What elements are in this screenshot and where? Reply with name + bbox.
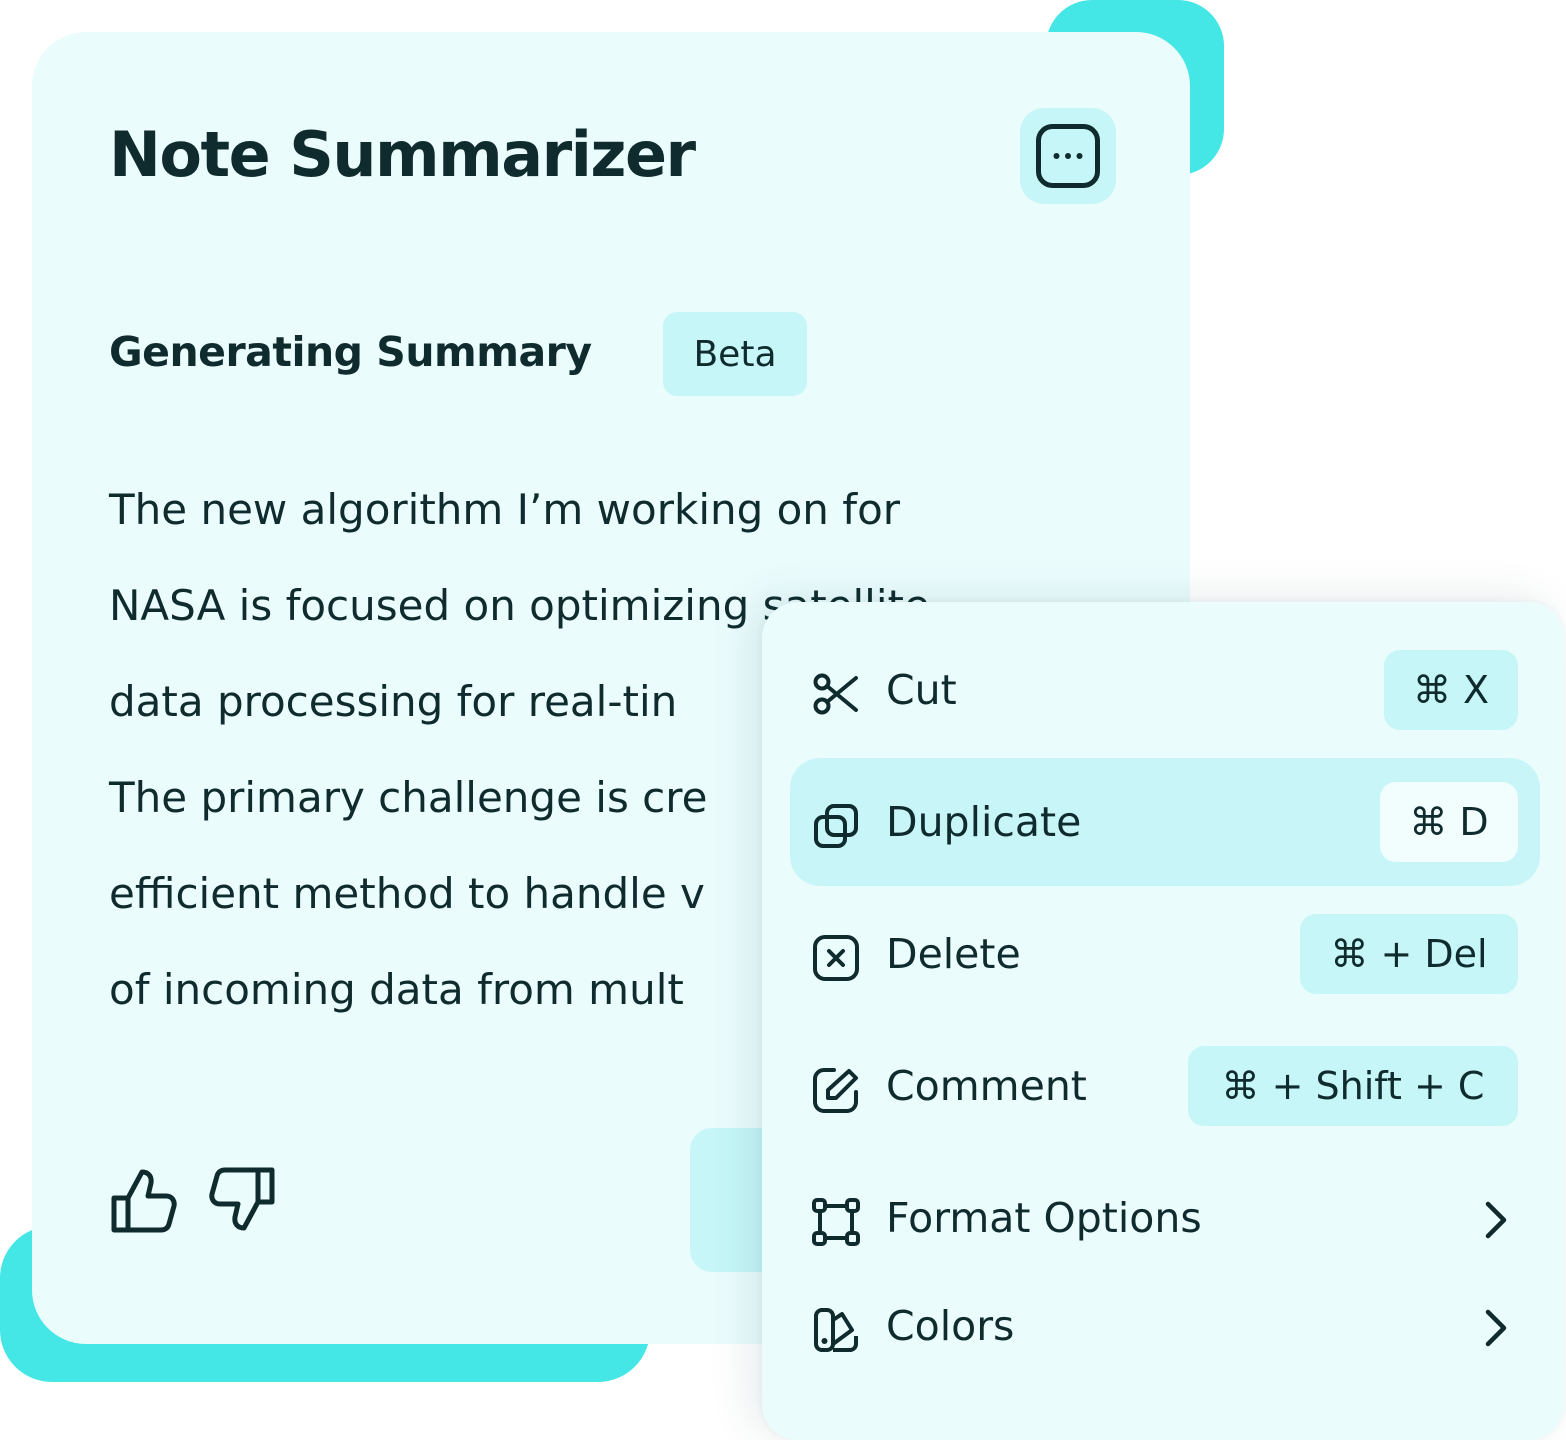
more-horizontal-icon: [1036, 124, 1100, 188]
card-title: Note Summarizer: [109, 118, 696, 191]
menu-item-delete[interactable]: Delete ⌘ + Del: [790, 890, 1540, 1018]
menu-item-label: Comment: [886, 1062, 1087, 1110]
thumbs-up-icon[interactable]: [108, 1164, 180, 1236]
menu-item-duplicate[interactable]: Duplicate ⌘ D: [790, 758, 1540, 886]
menu-item-label: Colors: [886, 1302, 1015, 1350]
menu-item-cut[interactable]: Cut ⌘ X: [790, 626, 1540, 754]
menu-item-label: Cut: [886, 666, 957, 714]
summary-line: efficient method to handle v: [109, 869, 705, 918]
menu-item-colors[interactable]: Colors: [790, 1262, 1540, 1390]
scissors-icon: [813, 673, 858, 715]
chevron-right-icon: [1485, 1201, 1507, 1239]
menu-item-label: Delete: [886, 930, 1021, 978]
palette-icon: [814, 1308, 858, 1352]
summary-line: of incoming data from mult: [109, 965, 684, 1014]
format-frame-icon: [812, 1198, 860, 1246]
summary-heading: Generating Summary: [109, 328, 592, 376]
menu-item-label: Duplicate: [886, 798, 1082, 846]
more-options-button[interactable]: [1020, 108, 1116, 204]
summary-line: The new algorithm I’m working on for: [109, 485, 901, 534]
shortcut-badge: ⌘ + Del: [1300, 914, 1518, 994]
summary-line: The primary challenge is cre: [109, 773, 708, 822]
shortcut-badge: ⌘ + Shift + C: [1188, 1046, 1518, 1126]
shortcut-badge: ⌘ X: [1384, 650, 1518, 730]
menu-item-comment[interactable]: Comment ⌘ + Shift + C: [790, 1022, 1540, 1150]
context-menu: Cut ⌘ X Duplicate ⌘ D Delete ⌘ + Del Com…: [762, 602, 1564, 1440]
menu-item-label: Format Options: [886, 1194, 1202, 1242]
duplicate-icon: [814, 804, 858, 848]
thumbs-down-icon[interactable]: [206, 1164, 278, 1236]
delete-x-icon: [813, 935, 859, 981]
chevron-right-icon: [1485, 1309, 1507, 1347]
summary-line: data processing for real-tin: [109, 677, 678, 726]
beta-badge: Beta: [663, 312, 807, 396]
shortcut-badge: ⌘ D: [1380, 782, 1518, 862]
edit-icon: [813, 1068, 858, 1113]
